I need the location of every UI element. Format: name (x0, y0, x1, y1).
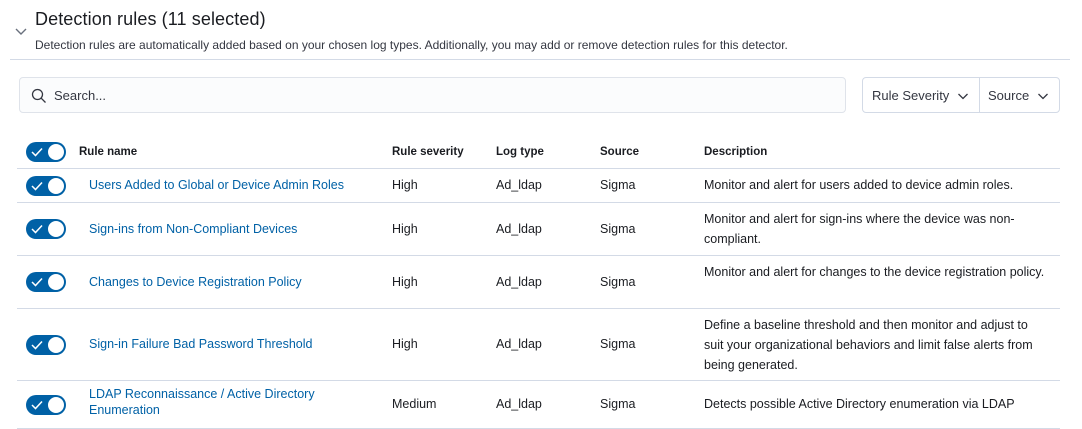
toggle-knob (47, 177, 65, 195)
toggle-knob (47, 273, 65, 291)
rule-name-link[interactable]: LDAP Reconnaissance / Active Directory E… (89, 386, 349, 418)
rule-enabled-toggle[interactable] (26, 219, 66, 239)
rule-name-link[interactable]: Users Added to Global or Device Admin Ro… (89, 175, 344, 195)
check-icon (31, 277, 43, 287)
rule-description: Monitor and alert for changes to the dev… (704, 265, 1045, 279)
rule-source: Sigma (600, 337, 636, 351)
rule-description: Monitor and alert for sign-ins where the… (704, 212, 1015, 246)
check-icon (31, 181, 43, 191)
chevron-down-icon (1038, 93, 1048, 100)
source-filter-button[interactable]: Source (980, 78, 1059, 112)
rule-description: Monitor and alert for users added to dev… (704, 178, 1014, 192)
check-icon (31, 340, 43, 350)
panel-header: Detection rules (11 selected) Detection … (10, 0, 1070, 60)
table-row: Changes to Device Registration Policy Hi… (17, 256, 1060, 309)
rule-description: Define a baseline threshold and then mon… (704, 318, 1033, 372)
rule-enabled-toggle[interactable] (26, 395, 66, 415)
toggle-knob (47, 396, 65, 414)
rule-severity-filter-label: Rule Severity (872, 87, 950, 103)
check-icon (31, 147, 43, 157)
detection-rules-panel: Detection rules (11 selected) Detection … (10, 0, 1070, 429)
rule-severity: High (392, 178, 418, 192)
rule-severity: High (392, 337, 418, 351)
rule-name-link[interactable]: Changes to Device Registration Policy (89, 272, 302, 292)
toggle-knob (47, 143, 65, 161)
rule-severity: High (392, 222, 418, 236)
select-all-toggle[interactable] (26, 142, 66, 162)
rule-log-type: Ad_ldap (496, 178, 542, 192)
rule-severity: High (392, 275, 418, 289)
table-row: Users Added to Global or Device Admin Ro… (17, 169, 1060, 203)
rule-severity: Medium (392, 397, 437, 411)
toggle-knob (47, 336, 65, 354)
panel-subtitle: Detection rules are automatically added … (35, 38, 788, 52)
column-header-rule-severity[interactable]: Rule severity (392, 142, 464, 162)
rule-source: Sigma (600, 275, 636, 289)
rule-log-type: Ad_ldap (496, 222, 542, 236)
check-icon (31, 224, 43, 234)
panel-title: Detection rules (11 selected) (35, 9, 266, 29)
source-filter-label: Source (988, 87, 1030, 103)
search-bar[interactable] (19, 77, 846, 113)
rule-log-type: Ad_ldap (496, 337, 542, 351)
search-input[interactable] (54, 78, 834, 112)
rule-enabled-toggle[interactable] (26, 176, 66, 196)
column-header-log-type[interactable]: Log type (496, 142, 544, 162)
rule-source: Sigma (600, 397, 636, 411)
toggle-knob (47, 220, 65, 238)
chevron-down-icon (958, 93, 968, 100)
chevron-down-icon[interactable] (14, 24, 28, 38)
table-row: Sign-ins from Non-Compliant Devices High… (17, 203, 1060, 256)
rule-severity-filter-button[interactable]: Rule Severity (863, 78, 980, 112)
rule-log-type: Ad_ldap (496, 397, 542, 411)
rule-name-link[interactable]: Sign-in Failure Bad Password Threshold (89, 334, 313, 354)
filter-group: Rule Severity Source (862, 77, 1060, 113)
rule-name-link[interactable]: Sign-ins from Non-Compliant Devices (89, 219, 297, 239)
rule-source: Sigma (600, 178, 636, 192)
rule-description: Detects possible Active Directory enumer… (704, 397, 1015, 411)
rule-enabled-toggle[interactable] (26, 272, 66, 292)
check-icon (31, 400, 43, 410)
table-row: LDAP Reconnaissance / Active Directory E… (17, 381, 1060, 429)
table-row: Sign-in Failure Bad Password Threshold H… (17, 309, 1060, 381)
rule-source: Sigma (600, 222, 636, 236)
column-header-source[interactable]: Source (600, 142, 639, 162)
table-header-row: Rule name Rule severity Log type Source … (17, 134, 1060, 169)
rule-enabled-toggle[interactable] (26, 335, 66, 355)
rule-log-type: Ad_ldap (496, 275, 542, 289)
column-header-description: Description (704, 146, 768, 158)
column-header-rule-name[interactable]: Rule name (79, 142, 137, 162)
